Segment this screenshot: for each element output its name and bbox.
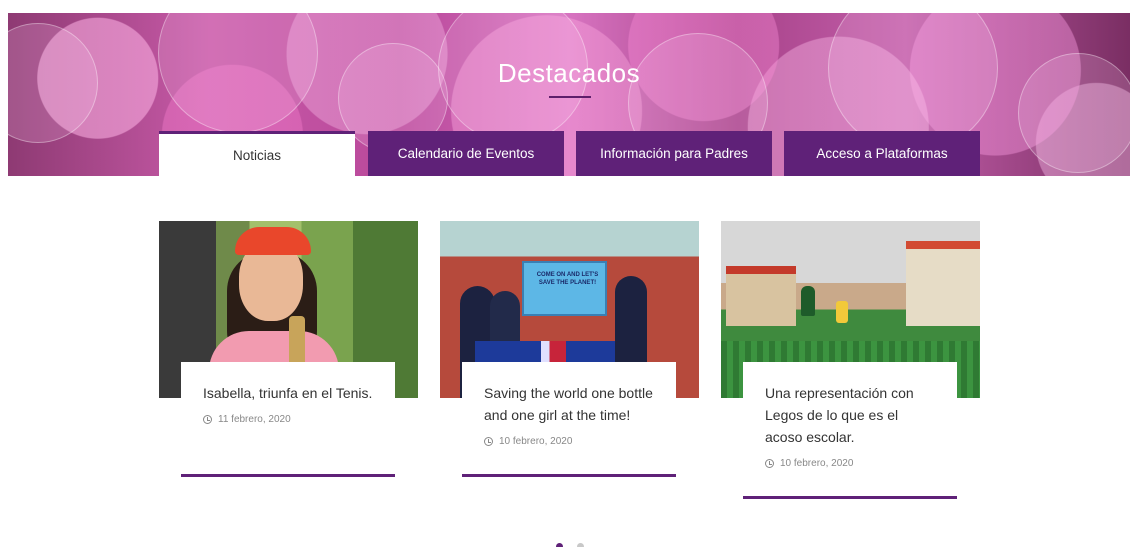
- carousel-dot[interactable]: [577, 543, 584, 547]
- news-card[interactable]: Isabella, triunfa en el Tenis. 11 febrer…: [159, 221, 418, 478]
- news-card-body: Una representación con Legos de lo que e…: [743, 362, 957, 497]
- tab-acceso-a-plataformas[interactable]: Acceso a Plataformas: [784, 131, 980, 176]
- news-card[interactable]: Una representación con Legos de lo que e…: [721, 221, 980, 499]
- card-accent-bar: [743, 496, 957, 499]
- news-card-body: Saving the world one bottle and one girl…: [462, 362, 676, 478]
- tab-calendario-de-eventos[interactable]: Calendario de Eventos: [368, 131, 564, 176]
- carousel-dot-active[interactable]: [556, 543, 563, 547]
- clock-icon: [484, 437, 493, 446]
- news-card-title[interactable]: Saving the world one bottle and one girl…: [484, 382, 654, 426]
- news-card-body: Isabella, triunfa en el Tenis. 11 febrer…: [181, 362, 395, 478]
- news-card-title[interactable]: Una representación con Legos de lo que e…: [765, 382, 935, 448]
- clock-icon: [203, 415, 212, 424]
- sign-text: COME ON AND LET'S SAVE THE PLANET!: [536, 272, 599, 286]
- news-card-date: 10 febrero, 2020: [765, 458, 935, 469]
- card-accent-bar: [181, 474, 395, 477]
- news-card-date-text: 10 febrero, 2020: [499, 436, 573, 447]
- news-card-date-text: 11 febrero, 2020: [218, 414, 291, 425]
- section-title: Destacados: [497, 58, 641, 88]
- clock-icon: [765, 459, 774, 468]
- news-card[interactable]: COME ON AND LET'S SAVE THE PLANET! Savin…: [440, 221, 699, 478]
- card-accent-bar: [462, 474, 676, 477]
- news-card-title[interactable]: Isabella, triunfa en el Tenis.: [203, 382, 373, 404]
- news-card-date: 10 febrero, 2020: [484, 436, 654, 447]
- news-card-date: 11 febrero, 2020: [203, 414, 373, 425]
- title-underline: [549, 96, 591, 98]
- tab-informacion-para-padres[interactable]: Información para Padres: [576, 131, 772, 176]
- news-card-date-text: 10 febrero, 2020: [780, 458, 854, 469]
- tab-noticias[interactable]: Noticias: [159, 131, 355, 177]
